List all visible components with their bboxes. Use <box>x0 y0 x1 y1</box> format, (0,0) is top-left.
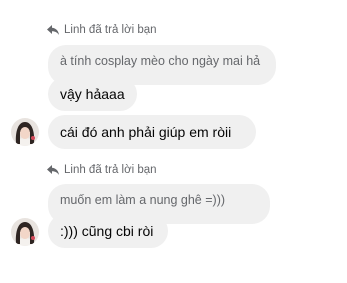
message-text: :))) cũng cbi ròi <box>60 223 154 239</box>
message-bubble[interactable]: vậy hảaaa <box>48 77 137 111</box>
reply-label: Linh đã trả lời bạn <box>64 164 157 176</box>
message-bubble[interactable]: :))) cũng cbi ròi <box>48 214 168 248</box>
profile-avatar[interactable] <box>11 218 39 246</box>
profile-avatar[interactable] <box>11 118 39 146</box>
message-bubble[interactable]: cái đó anh phải giúp em ròii <box>48 115 256 149</box>
message-text: vậy hảaaa <box>60 86 125 102</box>
quoted-message-text: muốn em làm a nung ghê =))) <box>60 193 226 207</box>
reply-label: Linh đã trả lời bạn <box>64 24 157 36</box>
reply-header: Linh đã trả lời bạn <box>46 24 157 36</box>
reply-arrow-icon <box>46 24 60 36</box>
quoted-message-text: à tính cosplay mèo cho ngày mai hả <box>60 54 261 68</box>
reply-arrow-icon <box>46 164 60 176</box>
reply-header: Linh đã trả lời bạn <box>46 164 157 176</box>
message-text: cái đó anh phải giúp em ròii <box>60 124 232 140</box>
